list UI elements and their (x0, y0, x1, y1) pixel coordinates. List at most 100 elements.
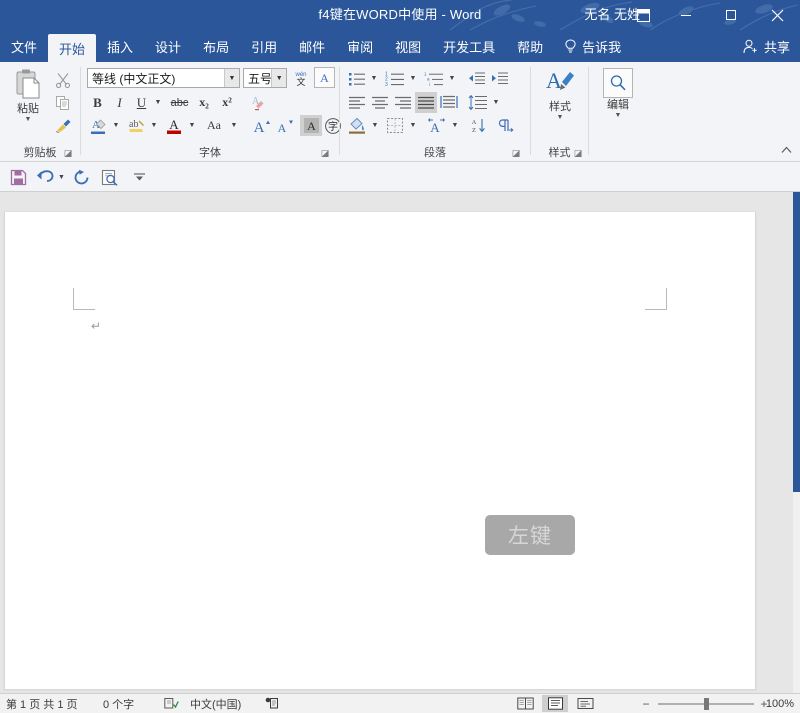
distribute-button[interactable] (438, 92, 460, 113)
change-case-button[interactable]: Aa (201, 115, 227, 136)
sort-button[interactable]: A Z (468, 115, 490, 136)
tab-mailings[interactable]: 邮件 (288, 30, 336, 62)
line-spacing-dropdown[interactable]: ▼ (490, 92, 502, 113)
format-painter-button[interactable] (52, 115, 74, 136)
customize-qat-icon[interactable] (130, 166, 148, 188)
highlight-dropdown[interactable]: ▼ (110, 115, 122, 136)
tab-view[interactable]: 视图 (384, 30, 432, 62)
grow-font-button[interactable]: A (251, 115, 273, 136)
borders-button[interactable] (384, 115, 406, 136)
styles-button[interactable]: A 样式 ▼ (539, 68, 581, 138)
copy-button[interactable] (52, 92, 74, 113)
zoom-slider-thumb[interactable] (704, 698, 709, 710)
undo-icon[interactable] (34, 166, 56, 188)
multilevel-dropdown[interactable]: ▼ (446, 68, 458, 89)
redo-icon[interactable] (70, 166, 92, 188)
proofing-icon[interactable] (160, 694, 182, 713)
text-effects-button[interactable]: ab (125, 115, 147, 136)
svg-text:A: A (254, 120, 265, 135)
margin-mark-top-left (73, 288, 95, 310)
borders-dropdown[interactable]: ▼ (407, 115, 419, 136)
print-layout-view-button[interactable] (542, 695, 568, 712)
chevron-down-icon[interactable]: ▼ (271, 69, 286, 87)
numbering-dropdown[interactable]: ▼ (407, 68, 419, 89)
decrease-indent-button[interactable] (466, 68, 488, 89)
web-layout-view-button[interactable] (572, 695, 598, 712)
tab-review[interactable]: 审阅 (336, 30, 384, 62)
close-icon[interactable] (755, 0, 800, 30)
minimize-icon[interactable] (663, 0, 708, 30)
strikethrough-button[interactable]: abc (167, 92, 192, 113)
tab-design[interactable]: 设计 (144, 30, 192, 62)
ribbon-tab-strip: 文件 开始 插入 设计 布局 引用 邮件 审阅 视图 开发工具 帮助 告诉我 共… (0, 30, 800, 62)
font-color-button[interactable]: A (163, 115, 185, 136)
clipboard-dialog-launcher[interactable]: ◪ (62, 147, 74, 159)
align-right-button[interactable] (392, 92, 414, 113)
tab-home[interactable]: 开始 (48, 34, 97, 62)
bullets-dropdown[interactable]: ▼ (368, 68, 380, 89)
share-button[interactable]: 共享 (733, 30, 800, 62)
borders-icon (387, 118, 403, 133)
change-case-dropdown[interactable]: ▼ (228, 115, 240, 136)
align-center-button[interactable] (369, 92, 391, 113)
save-icon[interactable] (6, 166, 30, 188)
bullets-button[interactable] (346, 68, 368, 89)
chevron-down-icon[interactable]: ▼ (224, 69, 239, 87)
paragraph-dialog-launcher[interactable]: ◪ (510, 147, 522, 159)
tab-help[interactable]: 帮助 (506, 30, 554, 62)
tell-me-button[interactable]: 告诉我 (554, 30, 631, 62)
tab-layout[interactable]: 布局 (192, 30, 240, 62)
tab-insert[interactable]: 插入 (96, 30, 144, 62)
document-page[interactable]: ↵ (4, 212, 756, 690)
print-preview-icon[interactable] (98, 166, 122, 188)
subscript-button[interactable]: x₂ (193, 92, 215, 113)
increase-indent-button[interactable] (489, 68, 511, 89)
underline-button[interactable]: U (131, 92, 152, 113)
maximize-icon[interactable] (708, 0, 753, 30)
collapse-ribbon-button[interactable] (778, 143, 794, 157)
vertical-scrollbar-thumb[interactable] (793, 192, 800, 492)
page-indicator[interactable]: 第 1 页 共 1 页 (6, 694, 78, 713)
text-highlight-color-button[interactable]: A (87, 115, 109, 136)
font-name-combo[interactable]: 等线 (中文正文) ▼ (87, 68, 240, 88)
clear-formatting-button[interactable]: A (244, 92, 268, 113)
text-effects-dropdown[interactable]: ▼ (148, 115, 160, 136)
undo-dropdown[interactable]: ▼ (56, 166, 67, 188)
accessibility-icon[interactable] (262, 694, 282, 713)
paste-button[interactable]: 粘贴 ▼ (6, 68, 50, 142)
bold-button[interactable]: B (87, 92, 108, 113)
ribbon-display-options-icon[interactable] (624, 0, 662, 30)
font-size-combo[interactable]: 五号 ▼ (243, 68, 287, 88)
text-adjust-dropdown[interactable]: ▼ (449, 115, 461, 136)
superscript-button[interactable]: x² (216, 92, 238, 113)
text-shading-button[interactable]: A (300, 115, 322, 136)
underline-dropdown[interactable]: ▼ (152, 92, 164, 113)
shading-dropdown[interactable]: ▼ (369, 115, 381, 136)
numbering-button[interactable]: 1 2 3 (383, 68, 407, 89)
italic-button[interactable]: I (109, 92, 130, 113)
font-color-dropdown[interactable]: ▼ (186, 115, 198, 136)
shading-button[interactable] (346, 115, 368, 136)
phonetic-guide-button[interactable]: wén 文 (290, 67, 312, 89)
zoom-out-button[interactable]: − (640, 696, 652, 711)
align-left-button[interactable] (346, 92, 368, 113)
justify-button[interactable] (415, 92, 437, 113)
word-count[interactable]: 0 个字 (103, 694, 134, 713)
line-spacing-button[interactable] (466, 92, 490, 113)
tab-developer[interactable]: 开发工具 (432, 30, 506, 62)
multilevel-list-button[interactable]: 1 a i (422, 68, 446, 89)
tab-file[interactable]: 文件 (0, 30, 49, 62)
vertical-scrollbar[interactable] (793, 192, 800, 693)
shrink-font-button[interactable]: A (274, 115, 296, 136)
character-border-button[interactable]: A (314, 67, 335, 88)
cut-button[interactable] (52, 69, 74, 90)
font-dialog-launcher[interactable]: ◪ (319, 147, 331, 159)
zoom-level-label[interactable]: 100% (766, 694, 794, 713)
show-formatting-marks-button[interactable] (495, 115, 517, 136)
styles-dialog-launcher[interactable]: ◪ (572, 147, 584, 159)
text-adjust-button[interactable]: A (425, 115, 449, 136)
editing-button[interactable]: 编辑 ▼ (597, 68, 639, 138)
read-mode-view-button[interactable] (512, 695, 538, 712)
language-indicator[interactable]: 中文(中国) (190, 694, 241, 713)
tab-references[interactable]: 引用 (240, 30, 288, 62)
